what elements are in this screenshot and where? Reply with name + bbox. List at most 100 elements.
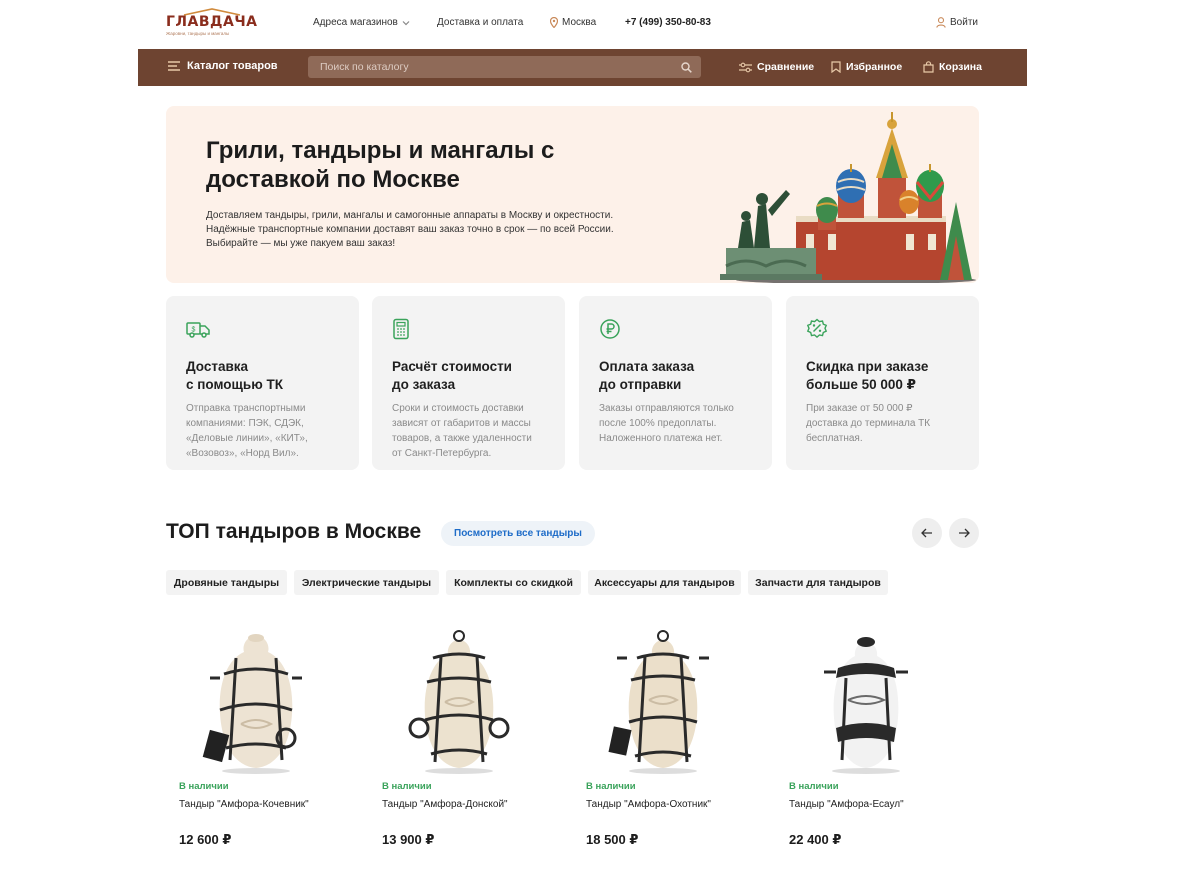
cart-button[interactable]: Корзина <box>923 61 982 73</box>
logo-roof-icon <box>183 8 241 16</box>
shopping-bag-icon <box>923 61 934 73</box>
feature-title-line: Оплата заказа <box>599 359 695 374</box>
city-label: Москва <box>562 17 597 28</box>
feature-title: Расчёт стоимости до заказа <box>392 358 545 393</box>
bookmark-icon <box>831 61 841 73</box>
feature-text-line: от Санкт-Петербурга. <box>392 448 492 459</box>
hero-title: Грили, тандыры и мангалы с доставкой по … <box>206 137 555 193</box>
hero-text-line: Доставляем тандыры, грили, мангалы и сам… <box>206 210 614 221</box>
favorites-button[interactable]: Избранное <box>831 61 902 73</box>
feature-title-line: Доставка <box>186 359 249 374</box>
catalog-button[interactable]: Каталог товаров <box>168 60 278 72</box>
truck-icon: $ <box>186 322 210 338</box>
feature-text-line: доставка до терминала ТК <box>806 418 931 429</box>
product-card[interactable]: В наличии Тандыр "Амфора-Донской" 13 900… <box>369 622 559 852</box>
stock-status: В наличии <box>789 781 839 792</box>
stores-label: Адреса магазинов <box>313 17 398 28</box>
login-label: Войти <box>950 17 978 28</box>
phone-link[interactable]: +7 (499) 350-80-83 <box>625 17 711 28</box>
hero-text-line: Надёжные транспортные компании доставят … <box>206 224 614 235</box>
feature-card-discount: Скидка при заказе больше 50 000 ₽ При за… <box>786 296 979 470</box>
feature-title-line: больше 50 000 ₽ <box>806 376 917 392</box>
calculator-icon <box>393 318 409 340</box>
feature-text-line: Наложенного платежа нет. <box>599 433 723 444</box>
hero-text-line: Выбирайте — мы уже пакуем ваш заказ! <box>206 238 396 249</box>
user-icon <box>936 17 946 28</box>
feature-text-line: При заказе от 50 000 ₽ <box>806 403 913 414</box>
city-selector[interactable]: Москва <box>550 17 596 28</box>
product-card[interactable]: В наличии Тандыр "Амфора-Охотник" 18 500… <box>573 622 763 852</box>
catalog-label: Каталог товаров <box>187 60 278 72</box>
compare-icon <box>739 62 752 72</box>
logo-tagline: Жаровни, тандыры и мангалы <box>166 31 230 36</box>
location-pin-icon <box>550 17 558 28</box>
feature-title-line: Скидка при заказе <box>806 359 929 374</box>
stock-status: В наличии <box>382 781 432 792</box>
section-title: ТОП тандыров в Москве <box>166 520 422 543</box>
filter-chip[interactable]: Электрические тандыры <box>294 570 439 595</box>
product-image <box>408 630 510 774</box>
product-card[interactable]: В наличии Тандыр "Амфора-Есаул" 22 400 ₽ <box>776 622 966 852</box>
feature-text: Сроки и стоимость доставки зависят от га… <box>392 401 545 461</box>
cart-label: Корзина <box>939 61 982 73</box>
filter-chip[interactable]: Аксессуары для тандыров <box>588 570 741 595</box>
product-image <box>824 637 908 774</box>
carousel-next-button[interactable] <box>949 518 979 548</box>
product-name[interactable]: Тандыр "Амфора-Кочевник" <box>179 799 309 810</box>
product-name[interactable]: Тандыр "Амфора-Охотник" <box>586 799 711 810</box>
feature-text: Отправка транспортными компаниями: ПЭК, … <box>186 401 339 461</box>
feature-text-line: Сроки и стоимость доставки <box>392 403 524 414</box>
search-input[interactable]: Поиск по каталогу <box>308 56 701 78</box>
chevron-down-icon <box>402 20 410 25</box>
svg-text:$: $ <box>192 327 196 334</box>
feature-title: Доставка с помощью ТК <box>186 358 339 393</box>
hero-text: Доставляем тандыры, грили, мангалы и сам… <box>206 209 656 251</box>
stores-dropdown[interactable]: Адреса магазинов <box>313 17 410 28</box>
product-price: 22 400 ₽ <box>789 832 842 847</box>
product-price: 18 500 ₽ <box>586 832 639 847</box>
favorites-label: Избранное <box>846 61 903 73</box>
search-icon[interactable] <box>681 61 692 73</box>
filter-chip[interactable]: Дровяные тандыры <box>166 570 287 595</box>
phone-number: +7 (499) 350-80-83 <box>625 17 711 28</box>
ruble-icon <box>600 319 620 339</box>
product-card[interactable]: В наличии Тандыр "Амфора-Кочевник" 12 60… <box>166 622 356 852</box>
feature-text-line: компаниями: ПЭК, СДЭК, <box>186 418 304 429</box>
feature-title-line: Расчёт стоимости <box>392 359 512 374</box>
top-header: ГЛАВДАЧА Жаровни, тандыры и мангалы Адре… <box>138 0 1027 48</box>
product-name[interactable]: Тандыр "Амфора-Донской" <box>382 799 508 810</box>
compare-label: Сравнение <box>757 61 815 73</box>
main-navbar: Каталог товаров Поиск по каталогу Сравне… <box>138 49 1027 86</box>
feature-title: Оплата заказа до отправки <box>599 358 752 393</box>
delivery-link[interactable]: Доставка и оплата <box>437 17 523 28</box>
feature-title-line: до заказа <box>392 376 456 392</box>
arrow-left-icon <box>921 528 932 538</box>
carousel-prev-button[interactable] <box>912 518 942 548</box>
filter-chip[interactable]: Комплекты со скидкой <box>446 570 581 595</box>
moscow-cathedral-illustration <box>720 112 976 283</box>
stock-status: В наличии <box>179 781 229 792</box>
feature-title-line: до отправки <box>599 376 682 392</box>
product-name[interactable]: Тандыр "Амфора-Есаул" <box>789 799 904 810</box>
logo[interactable]: ГЛАВДАЧА Жаровни, тандыры и мангалы <box>166 8 258 36</box>
feature-text: Заказы отправляются только после 100% пр… <box>599 401 752 446</box>
compare-button[interactable]: Сравнение <box>739 61 814 73</box>
discount-icon <box>806 318 828 339</box>
filter-chip[interactable]: Запчасти для тандыров <box>748 570 888 595</box>
see-all-tandoors-button[interactable]: Посмотреть все тандыры <box>441 521 595 546</box>
menu-icon <box>168 61 180 71</box>
product-image <box>608 630 709 774</box>
stock-status: В наличии <box>586 781 636 792</box>
logo-name: ГЛАВДАЧА <box>166 14 258 30</box>
hero-banner: Грили, тандыры и мангалы с доставкой по … <box>166 106 979 283</box>
login-button[interactable]: Войти <box>936 17 978 28</box>
product-price: 12 600 ₽ <box>179 832 232 847</box>
feature-card-payment: Оплата заказа до отправки Заказы отправл… <box>579 296 772 470</box>
feature-card-cost: Расчёт стоимости до заказа Сроки и стоим… <box>372 296 565 470</box>
feature-text-line: после 100% предоплаты. <box>599 418 717 429</box>
product-price: 13 900 ₽ <box>382 832 435 847</box>
feature-card-delivery: $ Доставка с помощью ТК Отправка транспо… <box>166 296 359 470</box>
feature-text-line: «Деловые линии», «КИТ», <box>186 433 308 444</box>
arrow-right-icon <box>959 528 970 538</box>
delivery-label: Доставка и оплата <box>437 17 524 28</box>
